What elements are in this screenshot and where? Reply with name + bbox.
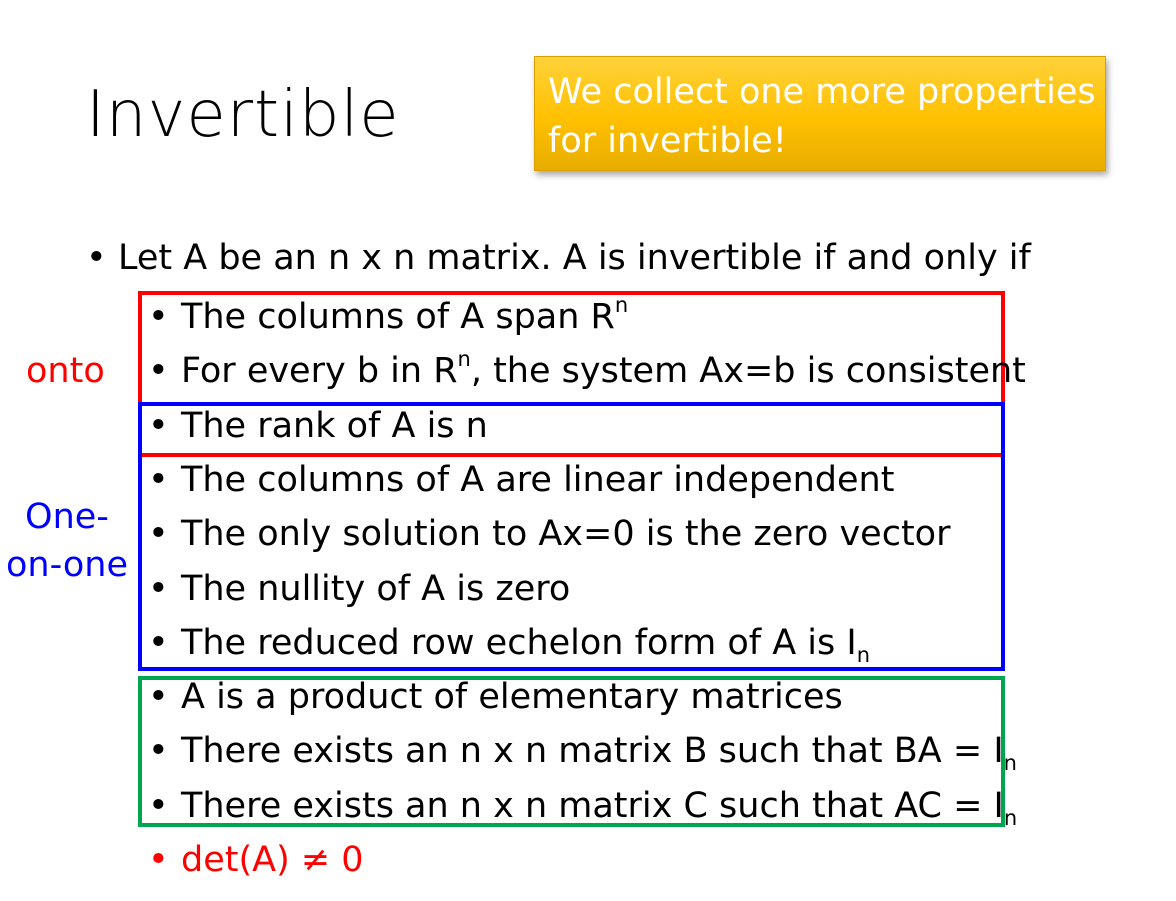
list-item: • The columns of A span Rn bbox=[148, 294, 628, 340]
list-item: • The only solution to Ax=0 is the zero v… bbox=[148, 511, 950, 557]
bullet-icon: • bbox=[148, 840, 169, 880]
onto-label: onto bbox=[26, 351, 105, 391]
bullet-icon: • bbox=[148, 351, 169, 391]
bullet-icon: • bbox=[148, 623, 169, 663]
one-to-one-label-line-2: on-one bbox=[5, 545, 128, 585]
bullet-icon: • bbox=[86, 238, 107, 278]
callout-line-1: We collect one more properties bbox=[548, 72, 1096, 112]
list-item: • The columns of A are linear independent bbox=[148, 457, 894, 503]
intro-statement: • Let A be an n x n matrix. A is invertib… bbox=[86, 238, 1031, 278]
list-item: • The nullity of A is zero bbox=[148, 566, 570, 612]
list-item: • The rank of A is n bbox=[148, 403, 488, 449]
bullet-icon: • bbox=[148, 514, 169, 554]
list-item: • The reduced row echelon form of A is In bbox=[148, 620, 870, 666]
bullet-icon: • bbox=[148, 731, 169, 771]
list-item: • A is a product of elementary matrices bbox=[148, 674, 843, 720]
intro-text: Let A be an n x n matrix. A is invertibl… bbox=[118, 238, 1031, 278]
list-item-determinant: • det(A) ≠ 0 bbox=[148, 837, 364, 883]
list-item: • For every b in Rn, the system Ax=b is c… bbox=[148, 348, 1026, 394]
callout-line-2: for invertible! bbox=[548, 121, 787, 161]
bullet-icon: • bbox=[148, 297, 169, 337]
bullet-icon: • bbox=[148, 786, 169, 826]
bullet-icon: • bbox=[148, 406, 169, 446]
one-to-one-label: One- on-one bbox=[4, 493, 130, 589]
bullet-icon: • bbox=[148, 460, 169, 500]
list-item: • There exists an n x n matrix C such tha… bbox=[148, 783, 1017, 829]
bullet-icon: • bbox=[148, 569, 169, 609]
one-to-one-label-line-1: One- bbox=[25, 497, 109, 537]
slide-title: Invertible bbox=[86, 78, 400, 152]
list-item: • There exists an n x n matrix B such tha… bbox=[148, 728, 1017, 774]
bullet-icon: • bbox=[148, 677, 169, 717]
callout-note: We collect one more properties for inver… bbox=[534, 56, 1106, 171]
